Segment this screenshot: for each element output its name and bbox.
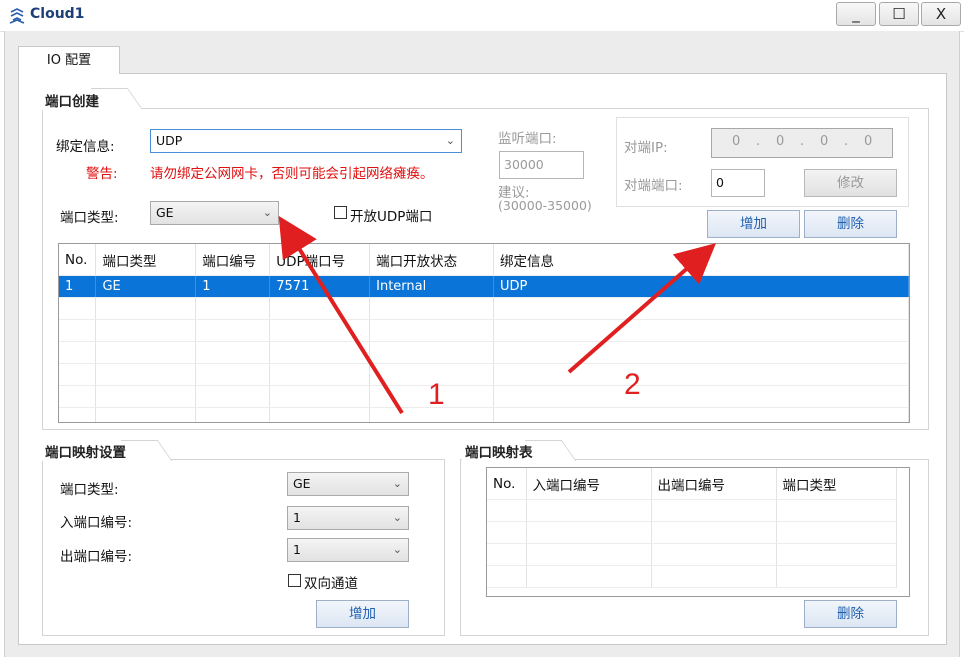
arrow-to-add-button [567,243,717,374]
arrow-to-port-type [278,215,404,415]
annotation-label-2: 2 [624,368,641,401]
annotation-overlay [278,215,717,415]
annotation-label-1: 1 [428,378,445,411]
